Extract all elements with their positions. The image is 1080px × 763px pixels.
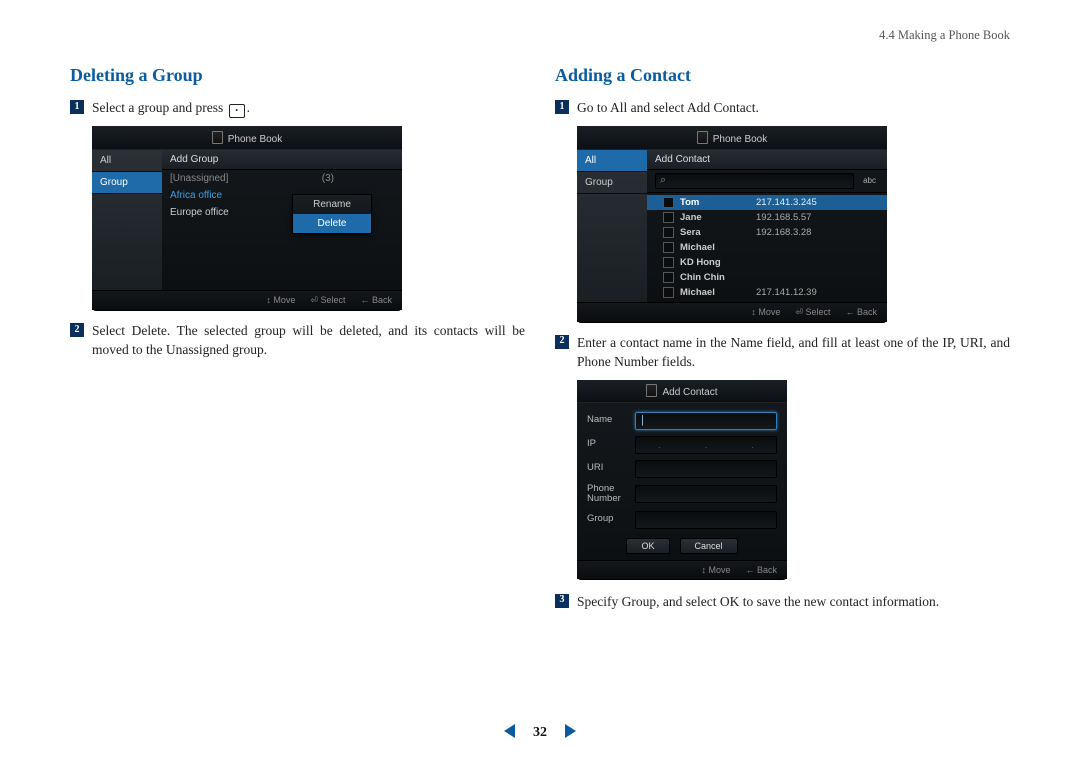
context-menu: Rename Delete [292,194,372,234]
group-row-unassigned[interactable]: [Unassigned] (3) [162,170,402,187]
contact-row[interactable]: Michael 217.141.12.39 [647,285,887,300]
nav-all[interactable]: All [577,150,647,172]
name-field[interactable] [635,412,777,430]
prev-page-icon[interactable] [504,724,515,738]
contact-name: Chin Chin [680,272,750,283]
nav-group[interactable]: Group [92,172,162,194]
input-mode-badge: abc [860,176,879,185]
contact-ip: 192.168.3.28 [756,227,811,238]
form-title: Add Contact [577,380,787,403]
add-contact-header[interactable]: Add Contact [647,150,887,170]
options-button-icon: • [229,104,245,118]
contact-name: Sera [680,227,750,238]
left-step-1: 1 Select a group and press •. [70,98,525,118]
phone-field[interactable] [635,485,777,503]
left-step-2: 2 Select Delete. The selected group will… [70,321,525,360]
right-column: Adding a Contact 1 Go to All and select … [555,65,1010,619]
hint-move: ↕ Move [263,295,295,306]
hint-back: ← Back [742,565,777,575]
step-badge-1: 1 [70,100,84,114]
step-badge-3: 3 [555,594,569,608]
contact-ip: 217.141.12.39 [756,287,817,298]
contact-ip: 217.141.3.245 [756,197,817,208]
next-page-icon[interactable] [565,724,576,738]
step-badge-2: 2 [555,335,569,349]
hint-move: ↕ Move [698,565,730,575]
hint-select: ⏎ Select [307,295,345,306]
add-contact-form-screenshot: Add Contact Name IP ... URI [577,380,787,580]
contact-name: Michael [680,287,750,298]
nav-all[interactable]: All [92,150,162,172]
hint-back: ← Back [842,307,877,318]
deleting-group-heading: Deleting a Group [70,65,525,86]
checkbox-icon[interactable] [663,212,674,223]
hint-move: ↕ Move [748,307,780,318]
uri-field[interactable] [635,460,777,478]
checkbox-icon[interactable] [663,242,674,253]
label-ip: IP [587,439,627,449]
add-group-header[interactable]: Add Group [162,150,402,170]
ip-field[interactable]: ... [635,436,777,454]
contact-row[interactable]: Tom 217.141.3.245 [647,195,887,210]
contact-row[interactable]: Chin Chin [647,270,887,285]
contact-row[interactable]: Jane 192.168.5.57 [647,210,887,225]
checkbox-icon[interactable] [663,227,674,238]
checkbox-icon[interactable] [663,287,674,298]
menu-delete[interactable]: Delete [293,214,371,233]
nav-group[interactable]: Group [577,172,647,194]
contact-row[interactable]: Sera 192.168.3.28 [647,225,887,240]
cancel-button[interactable]: Cancel [680,538,738,554]
phone-book-contacts-screenshot: Phone Book All Group Add Contact abc [577,126,887,323]
hint-select: ⏎ Select [792,307,830,318]
left-column: Deleting a Group 1 Select a group and pr… [70,65,525,619]
checkbox-icon[interactable] [663,257,674,268]
menu-rename[interactable]: Rename [293,195,371,214]
right-step-2: 2 Enter a contact name in the Name field… [555,333,1010,372]
checkbox-icon[interactable] [663,197,674,208]
contact-name: Jane [680,212,750,223]
pager: 32 [0,723,1080,741]
breadcrumb: 4.4 Making a Phone Book [70,28,1010,43]
hint-back: ← Back [357,295,392,306]
label-name: Name [587,415,627,425]
contact-row[interactable]: Michael [647,240,887,255]
contact-ip: 192.168.5.57 [756,212,811,223]
label-uri: URI [587,463,627,473]
search-input[interactable] [655,173,854,189]
right-step-1: 1 Go to All and select Add Contact. [555,98,1010,118]
step-badge-2: 2 [70,323,84,337]
contact-name: Michael [680,242,750,253]
contact-name: Tom [680,197,750,208]
ok-button[interactable]: OK [626,538,669,554]
checkbox-icon[interactable] [663,272,674,283]
right-step-3: 3 Specify Group, and select OK to save t… [555,592,1010,612]
step-badge-1: 1 [555,100,569,114]
window-title: Phone Book [92,126,402,150]
label-group: Group [587,514,627,524]
contact-name: KD Hong [680,257,750,268]
phone-book-delete-screenshot: Phone Book All Group Add Group [Unassign… [92,126,402,311]
contact-row[interactable]: KD Hong [647,255,887,270]
page-number: 32 [533,725,547,740]
group-field[interactable] [635,511,777,529]
adding-contact-heading: Adding a Contact [555,65,1010,86]
label-phone: Phone Number [587,484,627,505]
window-title: Phone Book [577,126,887,150]
